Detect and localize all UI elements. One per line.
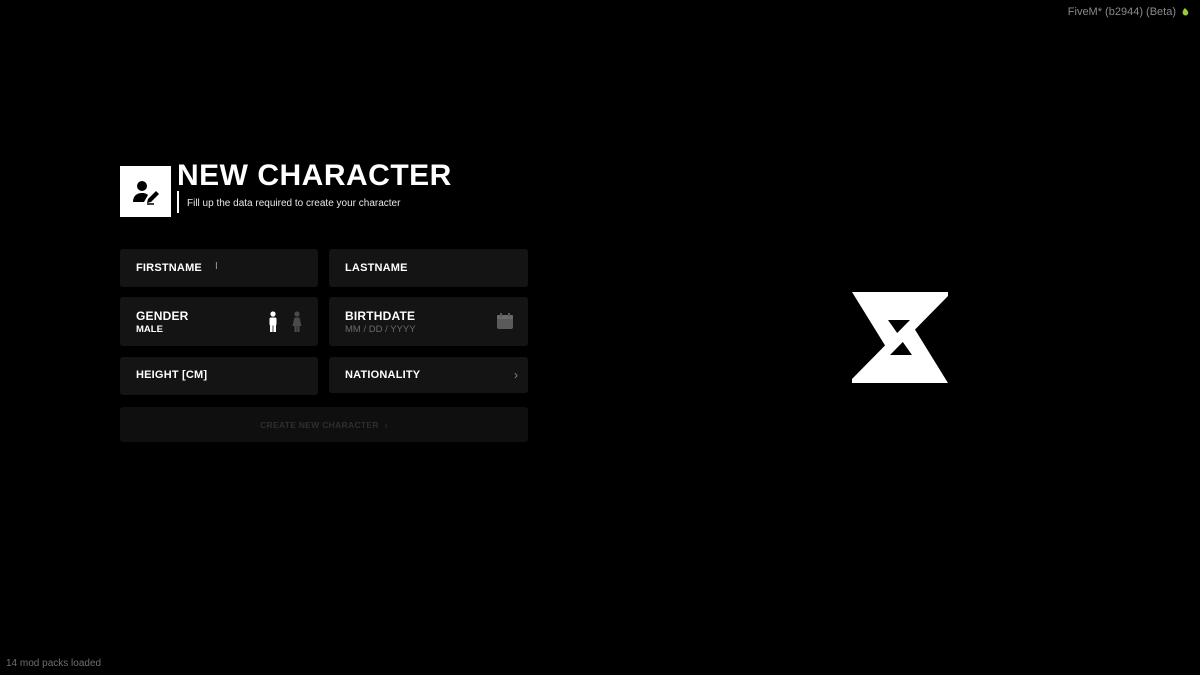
create-character-button[interactable]: CREATE NEW CHARACTER › (120, 407, 528, 442)
chevron-right-icon: › (514, 368, 518, 382)
text-cursor-icon: I (215, 261, 218, 272)
subtitle-row: Fill up the data required to create your… (177, 191, 452, 213)
client-version-label: FiveM* (b2944) (Beta) (1068, 6, 1190, 18)
page-subtitle: Fill up the data required to create your… (187, 197, 401, 209)
client-version-text: FiveM* (b2944) (Beta) (1067, 6, 1176, 18)
z-logo-icon (852, 292, 948, 383)
gender-label: GENDER (136, 309, 189, 323)
lastname-label: LASTNAME (345, 262, 408, 274)
gender-options (266, 311, 304, 333)
birthdate-placeholder: MM / DD / YYYY (345, 324, 416, 335)
birthdate-label: BIRTHDATE (345, 309, 416, 323)
nationality-select[interactable]: NATIONALITY › (329, 357, 528, 393)
firstname-label: FIRSTNAME (136, 262, 202, 274)
nationality-label: NATIONALITY (345, 369, 421, 381)
chevron-right-icon: › (384, 419, 388, 430)
lastname-field[interactable]: LASTNAME (329, 249, 528, 287)
header-icon-box (120, 166, 171, 217)
gender-field: GENDER MALE (120, 297, 318, 346)
height-label: HEIGHT [CM] (136, 369, 208, 381)
user-edit-icon (132, 180, 159, 205)
pear-icon (1182, 8, 1189, 16)
subtitle-divider (177, 191, 179, 213)
male-icon[interactable] (266, 311, 280, 333)
page-header: NEW CHARACTER Fill up the data required … (120, 159, 452, 217)
header-text: NEW CHARACTER Fill up the data required … (177, 159, 452, 213)
height-field[interactable]: HEIGHT [CM] (120, 357, 318, 395)
birthdate-field[interactable]: BIRTHDATE MM / DD / YYYY (329, 297, 528, 346)
firstname-field[interactable]: FIRSTNAME I (120, 249, 318, 287)
female-icon[interactable] (290, 311, 304, 333)
create-character-label: CREATE NEW CHARACTER (260, 419, 379, 430)
gender-value: MALE (136, 324, 163, 335)
page-title: NEW CHARACTER (177, 159, 452, 192)
status-text: 14 mod packs loaded (6, 658, 102, 669)
calendar-icon[interactable] (496, 312, 514, 330)
